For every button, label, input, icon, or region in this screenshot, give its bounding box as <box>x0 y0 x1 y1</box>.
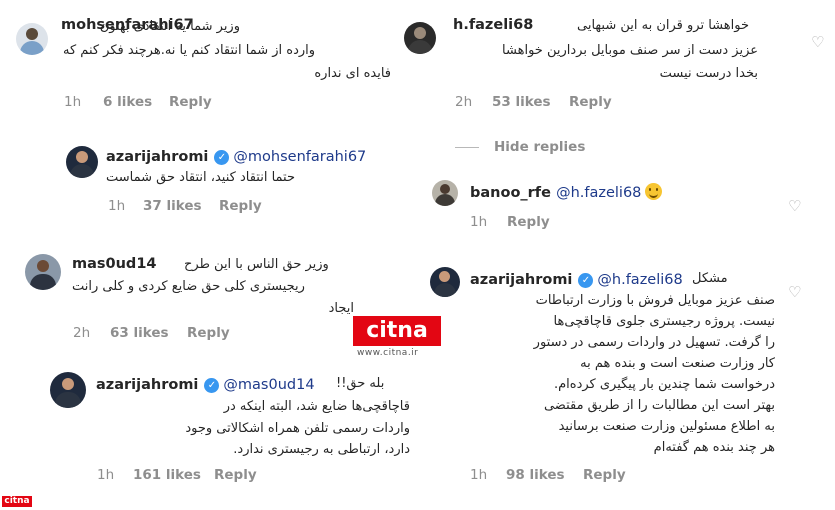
heart-icon[interactable]: ♡ <box>788 199 801 214</box>
comment-text-line: هر چند بنده هم گفته‌ام <box>653 440 775 455</box>
comment-text-line: عزیز دست از سر صنف موبایل بردارین خواهشا <box>502 43 758 58</box>
mention-link[interactable]: @mohsenfarahi67 <box>233 149 366 165</box>
citna-corner-logo: citna <box>2 496 32 507</box>
comment-header: azarijahromi ✓ @mohsenfarahi67 <box>106 146 366 165</box>
reply-button[interactable]: Reply <box>583 467 626 483</box>
comment-username[interactable]: mas0ud14 <box>72 256 157 272</box>
heart-icon[interactable]: ♡ <box>788 285 801 300</box>
comment-text-line: واردات رسمی تلفن همراه اشکالاتی وجود <box>185 421 410 436</box>
comment-text-line: را گرفت. تسهیل در واردات رسمی در دستور <box>533 335 775 350</box>
reply-button[interactable]: Reply <box>219 198 262 214</box>
avatar[interactable] <box>66 146 98 178</box>
mention-link[interactable]: @mas0ud14 <box>223 377 314 393</box>
avatar[interactable] <box>404 22 436 54</box>
avatar[interactable] <box>430 267 460 297</box>
comment-header: azarijahromi ✓ @h.fazeli68 <box>470 269 683 288</box>
comment-likes[interactable]: 6 likes <box>103 94 152 110</box>
reply-button[interactable]: Reply <box>569 94 612 110</box>
comment-text-line: ریجیستری کلی حق ضایع کردی و کلی رانت <box>72 279 305 294</box>
comment-text-line: بله حق!! <box>336 376 385 391</box>
reply-button[interactable]: Reply <box>507 214 550 230</box>
grinning-emoji-icon <box>645 183 663 200</box>
comment-text-line: بهتر است این مطالبات را از طریق مقتضی <box>543 398 775 413</box>
comment-time: 1h <box>470 467 488 483</box>
comment-likes[interactable]: 37 likes <box>143 198 202 214</box>
comment-text-line: خواهشا ترو قران به این شبهایی <box>577 18 749 33</box>
reply-button[interactable]: Reply <box>169 94 212 110</box>
comment-text-line: دارد، ارتباطی به رجیستری ندارد. <box>233 442 410 457</box>
comment-username[interactable]: azarijahromi <box>470 272 572 288</box>
comment-text-line: وزیر شما یه انتقادی بهتون <box>99 19 240 34</box>
comment-text-line: وزیر حق الناس با این طرح <box>184 257 329 272</box>
verified-icon: ✓ <box>214 150 230 165</box>
comment-text-line: مشکل <box>692 271 728 286</box>
comment-text-line: حتما انتقاد کنید، انتقاد حق شماست <box>106 170 296 185</box>
comment-likes[interactable]: 53 likes <box>492 94 551 110</box>
avatar[interactable] <box>16 23 48 55</box>
comments-screenshot: mohsenfarahi67 وزیر شما یه انتقادی بهتون… <box>0 0 835 495</box>
comment-text-line: کار وزارت صنعت است و بنده هم به <box>580 356 775 371</box>
comment-time: 1h <box>97 467 115 483</box>
comment-text-line: قاچاقچی‌ها ضایع شد، البته اینکه در <box>223 399 410 414</box>
citna-logo: citna <box>353 316 441 346</box>
divider <box>455 147 479 148</box>
comment-likes[interactable]: 98 likes <box>506 467 565 483</box>
comment-header: banoo_rfe @h.fazeli68 <box>470 182 663 201</box>
heart-icon[interactable]: ♡ <box>811 35 824 50</box>
reply-button[interactable]: Reply <box>214 467 257 483</box>
verified-icon: ✓ <box>204 378 220 393</box>
comment-text-line: وارده از شما انتقاد کنم یا نه.هرچند فکر … <box>63 43 316 58</box>
mention-link[interactable]: @h.fazeli68 <box>556 185 641 201</box>
comment-text-line: بخدا درست نیست <box>659 66 758 81</box>
comment-text-line: صنف عزیز موبایل فروش با وزارت ارتباطات <box>535 293 775 308</box>
comment-username[interactable]: azarijahromi <box>96 377 198 393</box>
watermark-url: www.citna.ir <box>357 348 419 358</box>
comment-text-line: فایده ای نداره <box>314 66 391 81</box>
avatar[interactable] <box>25 254 61 290</box>
comment-text-line: به اطلاع مسئولین وزارت صنعت برسانید <box>558 419 775 434</box>
comment-time: 2h <box>455 94 473 110</box>
comment-text-line: ایجاد <box>328 301 354 316</box>
comment-text-line: نیست. پروژه رجیستری جلوی قاچاقچی‌ها <box>553 314 776 329</box>
comment-text-line: درخواست شما چندین بار پیگیری کرده‌ام. <box>553 377 775 392</box>
avatar[interactable] <box>432 180 458 206</box>
comment-header: azarijahromi ✓ @mas0ud14 <box>96 374 315 393</box>
comment-username[interactable]: h.fazeli68 <box>453 17 533 33</box>
comment-username[interactable]: banoo_rfe <box>470 185 551 201</box>
reply-button[interactable]: Reply <box>187 325 230 341</box>
comment-likes[interactable]: 63 likes <box>110 325 169 341</box>
comment-username[interactable]: azarijahromi <box>106 149 208 165</box>
comment-time: 1h <box>470 214 488 230</box>
verified-icon: ✓ <box>578 273 594 288</box>
comment-time: 1h <box>108 198 126 214</box>
comment-time: 2h <box>73 325 91 341</box>
avatar[interactable] <box>50 372 86 408</box>
hide-replies-button[interactable]: Hide replies <box>494 139 585 155</box>
comment-time: 1h <box>64 94 82 110</box>
comment-likes[interactable]: 161 likes <box>133 467 201 483</box>
mention-link[interactable]: @h.fazeli68 <box>597 272 682 288</box>
